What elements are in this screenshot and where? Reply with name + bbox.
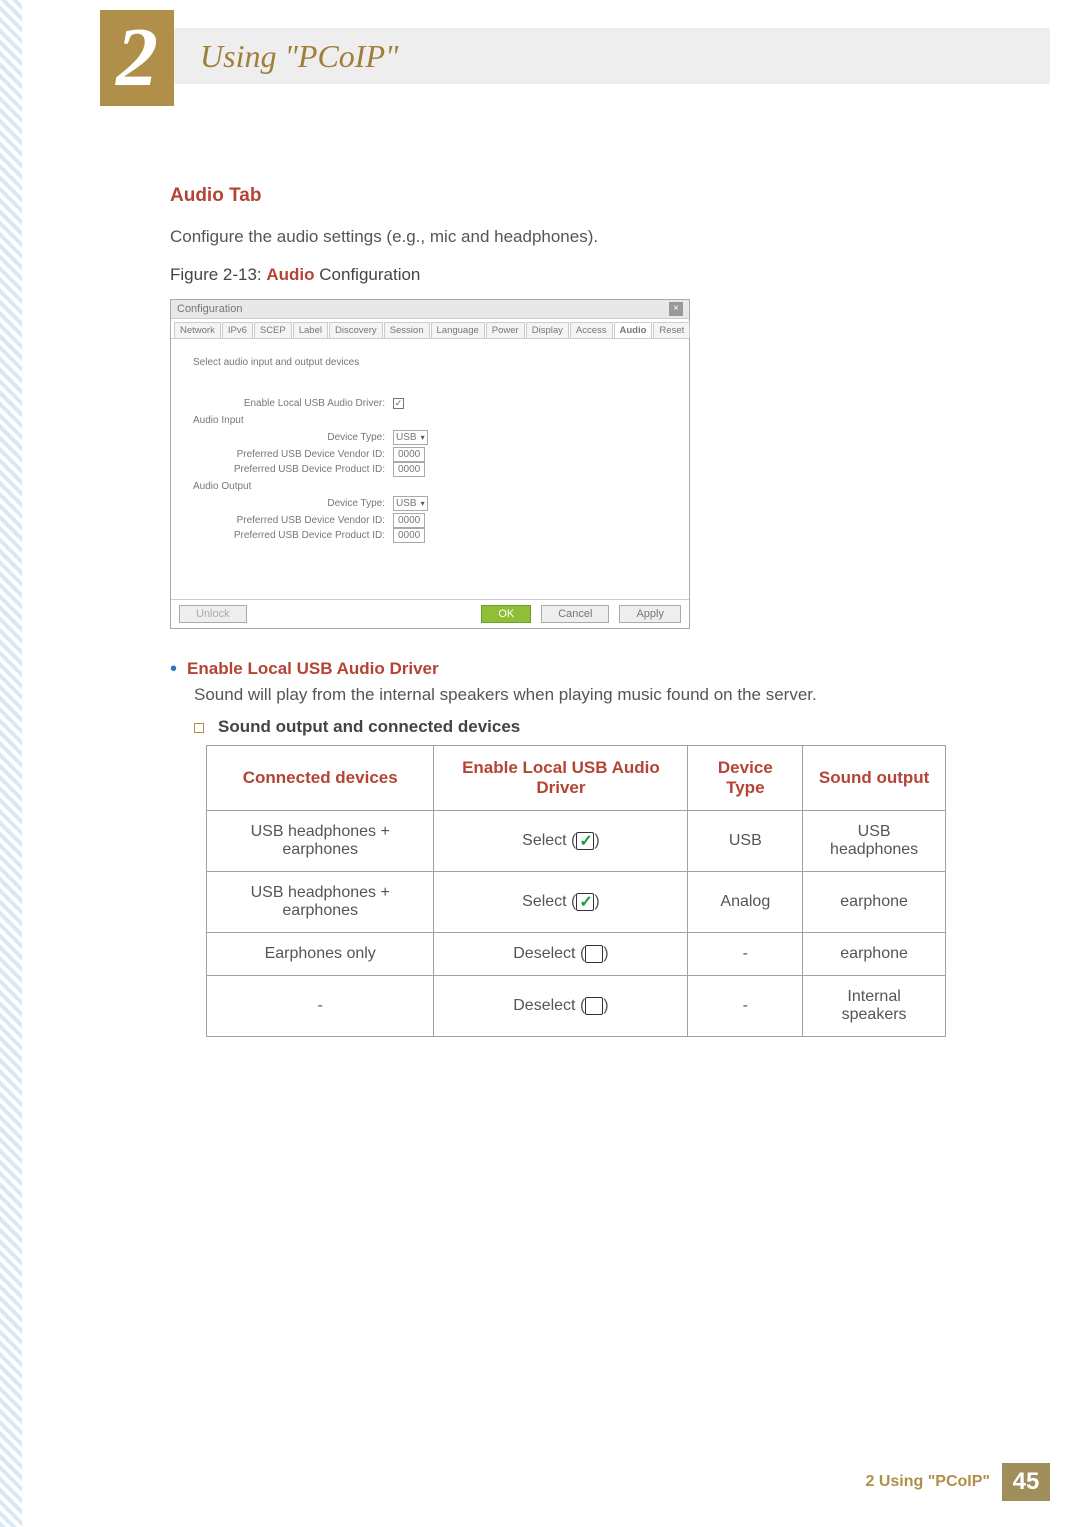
cancel-button[interactable]: Cancel xyxy=(541,605,609,623)
tab-session[interactable]: Session xyxy=(384,322,430,338)
tab-network[interactable]: Network xyxy=(174,322,221,338)
table-row: USB headphones + earphonesSelect ()USBUS… xyxy=(207,811,946,872)
tab-power[interactable]: Power xyxy=(486,322,525,338)
tab-label[interactable]: Label xyxy=(293,322,328,338)
cell-sound-output: earphone xyxy=(803,933,946,976)
output-device-type-select[interactable]: USB xyxy=(393,496,428,511)
output-vendor-id-field[interactable]: 0000 xyxy=(393,513,425,528)
audio-output-section-label: Audio Output xyxy=(193,481,667,492)
output-product-id-label: Preferred USB Device Product ID: xyxy=(193,530,393,541)
cell-enable-driver: Select () xyxy=(434,872,688,933)
tab-display[interactable]: Display xyxy=(526,322,569,338)
bullet-title-enable-driver: Enable Local USB Audio Driver xyxy=(187,659,439,679)
tab-reset[interactable]: Reset xyxy=(653,322,690,338)
section-heading-audio-tab: Audio Tab xyxy=(170,185,1000,207)
cell-connected-devices: USB headphones + earphones xyxy=(207,872,434,933)
left-decorative-stripe xyxy=(0,0,22,1527)
cell-device-type: USB xyxy=(688,811,803,872)
tab-ipv6[interactable]: IPv6 xyxy=(222,322,253,338)
dialog-body: Select audio input and output devices En… xyxy=(171,339,689,599)
dialog-footer: Unlock OK Cancel Apply xyxy=(171,599,689,628)
section-intro-text: Configure the audio settings (e.g., mic … xyxy=(170,227,1000,247)
output-vendor-id-label: Preferred USB Device Vendor ID: xyxy=(193,515,393,526)
th-connected-devices: Connected devices xyxy=(207,746,434,811)
checkbox-icon xyxy=(585,997,603,1015)
dialog-titlebar: Configuration × xyxy=(171,300,689,319)
cell-enable-driver: Deselect () xyxy=(434,976,688,1037)
input-product-id-label: Preferred USB Device Product ID: xyxy=(193,464,393,475)
ok-button[interactable]: OK xyxy=(481,605,531,623)
cell-device-type: - xyxy=(688,933,803,976)
output-device-type-label: Device Type: xyxy=(193,498,393,509)
checkbox-icon xyxy=(576,832,594,850)
input-device-type-label: Device Type: xyxy=(193,432,393,443)
close-icon[interactable]: × xyxy=(669,302,683,316)
unlock-button[interactable]: Unlock xyxy=(179,605,247,623)
dialog-tab-row: Network IPv6 SCEP Label Discovery Sessio… xyxy=(171,319,689,339)
output-product-id-field[interactable]: 0000 xyxy=(393,528,425,543)
input-vendor-id-field[interactable]: 0000 xyxy=(393,447,425,462)
enable-audio-driver-label: Enable Local USB Audio Driver: xyxy=(193,398,393,409)
tab-access[interactable]: Access xyxy=(570,322,613,338)
cell-enable-driver: Deselect () xyxy=(434,933,688,976)
input-product-id-field[interactable]: 0000 xyxy=(393,462,425,477)
table-row: -Deselect ()-Internal speakers xyxy=(207,976,946,1037)
figure-caption: Figure 2-13: Audio Configuration xyxy=(170,265,1000,285)
dialog-instruction: Select audio input and output devices xyxy=(193,357,667,368)
page-footer: 2 Using "PCoIP" 45 xyxy=(865,1463,1050,1501)
checkbox-icon xyxy=(585,945,603,963)
figure-caption-suffix: Configuration xyxy=(315,265,421,284)
tab-scep[interactable]: SCEP xyxy=(254,322,292,338)
table-row: USB headphones + earphonesSelect ()Analo… xyxy=(207,872,946,933)
th-sound-output: Sound output xyxy=(803,746,946,811)
input-device-type-select[interactable]: USB xyxy=(393,430,428,445)
configuration-dialog: Configuration × Network IPv6 SCEP Label … xyxy=(170,299,690,629)
cell-enable-driver: Select () xyxy=(434,811,688,872)
checkbox-icon xyxy=(576,893,594,911)
th-device-type: Device Type xyxy=(688,746,803,811)
footer-page-number: 45 xyxy=(1002,1463,1050,1501)
input-vendor-id-label: Preferred USB Device Vendor ID: xyxy=(193,449,393,460)
sub-bullet-title: Sound output and connected devices xyxy=(218,717,520,737)
bullet-description: Sound will play from the internal speake… xyxy=(194,685,1000,705)
th-enable-driver: Enable Local USB Audio Driver xyxy=(434,746,688,811)
cell-connected-devices: Earphones only xyxy=(207,933,434,976)
cell-sound-output: earphone xyxy=(803,872,946,933)
tab-audio[interactable]: Audio xyxy=(614,322,653,338)
sub-bullet-square-icon xyxy=(194,723,204,733)
chapter-title: Using "PCoIP" xyxy=(200,38,398,75)
figure-caption-bold: Audio xyxy=(266,265,314,284)
footer-chapter-text: 2 Using "PCoIP" xyxy=(865,1473,990,1491)
cell-connected-devices: - xyxy=(207,976,434,1037)
cell-device-type: Analog xyxy=(688,872,803,933)
table-row: Earphones onlyDeselect ()-earphone xyxy=(207,933,946,976)
cell-connected-devices: USB headphones + earphones xyxy=(207,811,434,872)
bullet-dot-icon: • xyxy=(170,659,177,679)
cell-sound-output: USB headphones xyxy=(803,811,946,872)
tab-language[interactable]: Language xyxy=(431,322,485,338)
sound-output-table: Connected devices Enable Local USB Audio… xyxy=(206,745,946,1037)
chapter-number-box: 2 xyxy=(100,10,174,106)
chapter-header-bar: Using "PCoIP" xyxy=(100,28,1050,84)
cell-sound-output: Internal speakers xyxy=(803,976,946,1037)
enable-audio-driver-checkbox[interactable]: ✓ xyxy=(393,398,404,409)
figure-caption-prefix: Figure 2-13: xyxy=(170,265,266,284)
chapter-number: 2 xyxy=(116,16,158,100)
table-header-row: Connected devices Enable Local USB Audio… xyxy=(207,746,946,811)
cell-device-type: - xyxy=(688,976,803,1037)
dialog-title-text: Configuration xyxy=(177,303,242,315)
apply-button[interactable]: Apply xyxy=(619,605,681,623)
tab-discovery[interactable]: Discovery xyxy=(329,322,383,338)
audio-input-section-label: Audio Input xyxy=(193,415,667,426)
